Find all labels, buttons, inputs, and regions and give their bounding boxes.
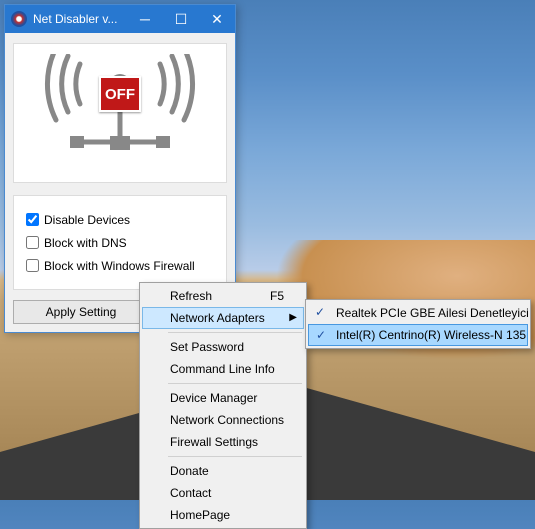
menu-homepage[interactable]: HomePage	[142, 504, 304, 526]
apply-button[interactable]: Apply Setting	[13, 300, 149, 324]
block-firewall-label: Block with Windows Firewall	[44, 259, 195, 273]
minimize-button[interactable]: ─	[127, 5, 163, 33]
menu-contact[interactable]: Contact	[142, 482, 304, 504]
adapter-item-realtek[interactable]: ✓ Realtek PCIe GBE Ailesi Denetleyici	[308, 302, 528, 324]
titlebar[interactable]: Net Disabler v... ─ ☐ ✕	[5, 5, 235, 33]
menu-refresh-label: Refresh	[170, 289, 212, 303]
window-title: Net Disabler v...	[33, 12, 127, 26]
maximize-button[interactable]: ☐	[163, 5, 199, 33]
check-icon: ✓	[316, 328, 326, 342]
adapter-label: Intel(R) Centrino(R) Wireless-N 135	[336, 328, 526, 342]
menu-separator	[168, 332, 302, 333]
submenu-arrow-icon: ▶	[289, 312, 297, 323]
block-dns-label: Block with DNS	[44, 236, 127, 250]
context-menu: Refresh F5 Network Adapters ▶ Set Passwo…	[139, 282, 307, 529]
menu-refresh-shortcut: F5	[270, 289, 284, 303]
status-panel: OFF	[13, 43, 227, 183]
app-icon	[11, 11, 27, 27]
menu-network-adapters-label: Network Adapters	[170, 311, 265, 325]
block-firewall-input[interactable]	[26, 259, 39, 272]
disable-devices-label: Disable Devices	[44, 213, 130, 227]
menu-separator	[168, 383, 302, 384]
adapters-submenu: ✓ Realtek PCIe GBE Ailesi Denetleyici ✓ …	[305, 299, 531, 349]
adapter-item-intel[interactable]: ✓ Intel(R) Centrino(R) Wireless-N 135	[308, 324, 528, 346]
block-firewall-checkbox[interactable]: Block with Windows Firewall	[22, 256, 218, 275]
block-dns-checkbox[interactable]: Block with DNS	[22, 233, 218, 252]
menu-donate[interactable]: Donate	[142, 460, 304, 482]
menu-set-password[interactable]: Set Password	[142, 336, 304, 358]
menu-command-line[interactable]: Command Line Info	[142, 358, 304, 380]
menu-network-connections[interactable]: Network Connections	[142, 409, 304, 431]
check-icon: ✓	[315, 305, 325, 319]
adapter-label: Realtek PCIe GBE Ailesi Denetleyici	[336, 306, 529, 320]
close-button[interactable]: ✕	[199, 5, 235, 33]
menu-separator	[168, 456, 302, 457]
block-dns-input[interactable]	[26, 236, 39, 249]
options-panel: Disable Devices Block with DNS Block wit…	[13, 195, 227, 290]
menu-network-adapters[interactable]: Network Adapters ▶	[142, 307, 304, 329]
menu-firewall-settings[interactable]: Firewall Settings	[142, 431, 304, 453]
disable-devices-checkbox[interactable]: Disable Devices	[22, 210, 218, 229]
off-badge: OFF	[99, 76, 141, 112]
disable-devices-input[interactable]	[26, 213, 39, 226]
menu-device-manager[interactable]: Device Manager	[142, 387, 304, 409]
menu-refresh[interactable]: Refresh F5	[142, 285, 304, 307]
